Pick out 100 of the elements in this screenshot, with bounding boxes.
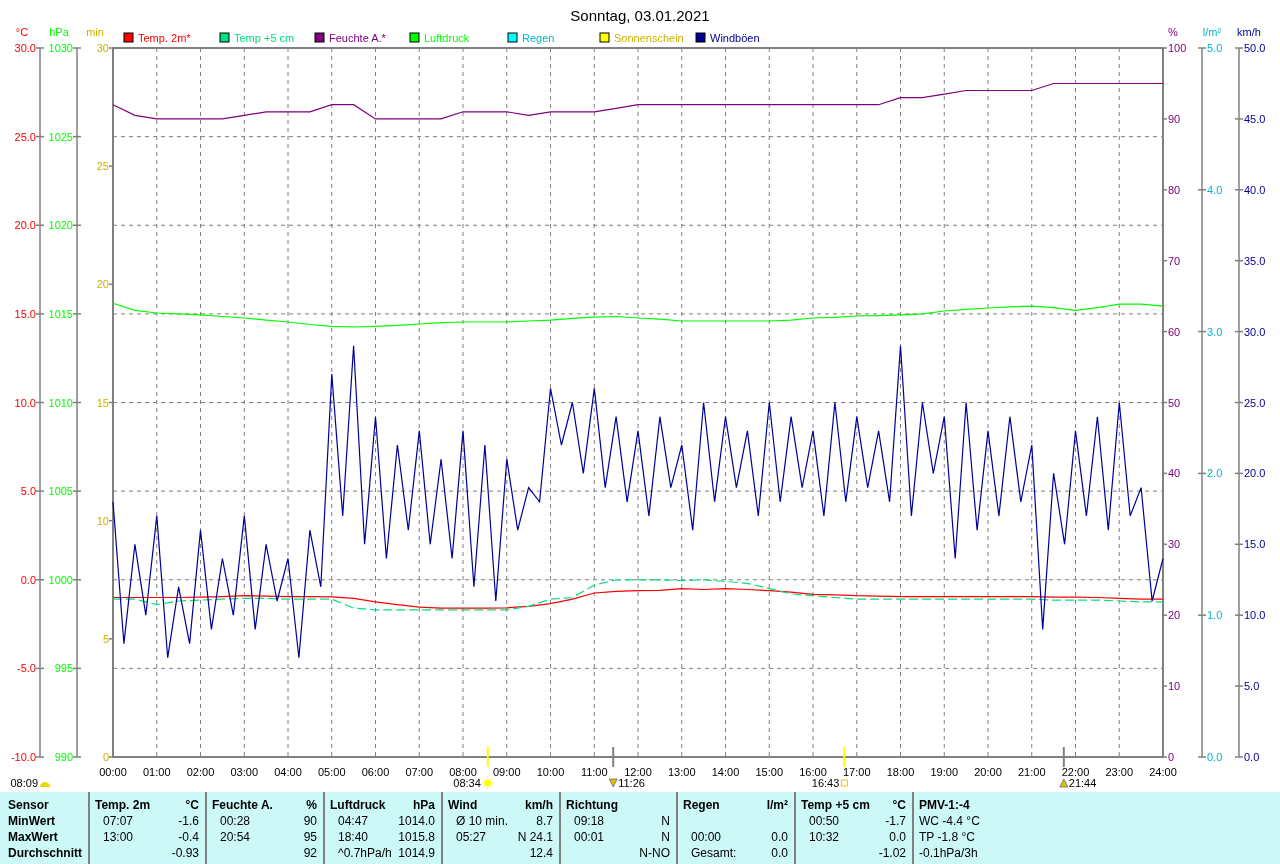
time-text: 00:28 — [219, 813, 251, 830]
axis-tick-label: 1010 — [48, 396, 73, 409]
axis-tick-label: 90 — [1168, 112, 1181, 125]
value-text: 1014.9 — [398, 845, 435, 862]
arrow-up-icon — [1059, 778, 1069, 788]
axis-tick-label: 5 — [102, 632, 109, 645]
axis-tick-label: 18:00 — [886, 766, 915, 778]
column-title: Feuchte A. — [212, 797, 273, 814]
column-title: Luftdruck — [330, 797, 386, 814]
marker-label: 16:43 — [811, 777, 840, 789]
axis-tick-label: 0.0 — [1207, 751, 1223, 763]
axis-unit-label: °C — [15, 26, 29, 38]
axis-tick-label: 30 — [1168, 538, 1181, 551]
legend-label: Feuchte A.* — [329, 32, 386, 44]
chart-title: Sonntag, 03.01.2021 — [570, 7, 710, 24]
time-text: 10:32 — [808, 829, 840, 846]
value-text: N-NO — [639, 845, 670, 862]
axis-tick-label: 15.0 — [1244, 538, 1266, 551]
axis-tick-label: 0 — [102, 751, 109, 763]
legend-label: Sonnenschein — [614, 32, 684, 44]
axis-tick-label: 13:00 — [668, 766, 696, 778]
axis-tick-label: 1025 — [48, 130, 73, 143]
axis-tick-label: 5.0 — [1207, 42, 1223, 54]
axis-tick-label: 10 — [1168, 680, 1181, 693]
value-text: N 24.1 — [517, 829, 553, 846]
axis-tick-label: 990 — [54, 751, 73, 763]
time-text: Gesamt: — [690, 845, 737, 862]
unit-label: % — [306, 797, 317, 814]
axis-tick-label: 100 — [1168, 42, 1187, 54]
unit-label: °C — [185, 797, 199, 814]
axis-tick-label: 21:00 — [1018, 766, 1046, 778]
square-icon — [840, 779, 848, 787]
axis-tick-label: 1000 — [48, 573, 73, 586]
axis-tick-label: -5.0 — [17, 662, 36, 675]
column-title: Temp +5 cm — [801, 797, 870, 814]
legend-label: Temp. 2m* — [138, 32, 191, 44]
axis-tick-label: 1030 — [48, 42, 73, 54]
axis-tick-label: 5.0 — [20, 485, 36, 498]
axis-tick-label: 0.0 — [1244, 751, 1260, 763]
axis-tick-label: 25 — [96, 160, 109, 173]
axis-tick-label: 10.0 — [14, 396, 36, 409]
sunrise-icon — [40, 782, 50, 787]
value-text: N — [661, 813, 670, 830]
legend-label: Temp +5 cm — [234, 32, 295, 44]
note-text: TP -1.8 °C — [919, 829, 975, 846]
value-text: 12.4 — [529, 845, 553, 862]
axis-tick-label: 80 — [1168, 183, 1181, 196]
value-text: 90 — [303, 813, 317, 830]
value-text: N — [661, 829, 670, 846]
value-text: 8.7 — [536, 813, 553, 830]
axis-tick-label: 40.0 — [1244, 183, 1266, 196]
axis-tick-label: 30.0 — [1244, 325, 1266, 338]
axis-tick-label: 0 — [1168, 751, 1175, 763]
time-text: 09:18 — [573, 813, 605, 830]
row-label: Sensor — [8, 797, 49, 814]
time-text: 13:00 — [102, 829, 134, 846]
axis-tick-label: 20 — [1168, 609, 1181, 622]
axis-tick-label: 25.0 — [1244, 396, 1266, 409]
time-text: 04:47 — [337, 813, 369, 830]
value-text: 1014.0 — [398, 813, 435, 830]
axis-tick-label: 12:00 — [624, 766, 652, 778]
axis-tick-label: 70 — [1168, 254, 1181, 267]
axis-tick-label: 20 — [96, 278, 109, 291]
sunrise-label: 08:09 — [10, 777, 38, 789]
axis-tick-label: 1015 — [48, 307, 73, 320]
axis-tick-label: 01:00 — [143, 766, 171, 778]
value-text: -1.7 — [885, 813, 906, 830]
time-text: 20:54 — [219, 829, 251, 846]
value-text: 1015.8 — [398, 829, 435, 846]
note-text: -0.1hPa/3h — [919, 845, 978, 862]
axis-tick-label: 25.0 — [14, 130, 36, 143]
legend-label: Regen — [522, 32, 555, 44]
axis-tick-label: 20:00 — [974, 766, 1002, 778]
row-label: MaxWert — [8, 829, 58, 846]
unit-label: l/m² — [766, 797, 788, 814]
axis-tick-label: 17:00 — [843, 766, 871, 778]
axis-tick-label: 30.0 — [14, 42, 36, 54]
axis-tick-label: 50.0 — [1244, 42, 1266, 54]
axis-tick-label: 00:00 — [99, 766, 127, 778]
time-text: 00:01 — [573, 829, 605, 846]
time-marker — [612, 746, 615, 768]
axis-unit-label: l/m² — [1202, 26, 1222, 38]
axis-tick-label: 4.0 — [1207, 183, 1223, 196]
axis-tick-label: 02:00 — [186, 766, 215, 778]
axis-tick-label: 2.0 — [1207, 467, 1223, 480]
axis-tick-label: 06:00 — [361, 766, 390, 778]
axis-tick-label: 45.0 — [1244, 112, 1266, 125]
column-title: Wind — [448, 797, 478, 814]
column-title: PMV-1:-4 — [919, 797, 970, 814]
value-text: 95 — [303, 829, 317, 846]
axis-tick-label: 15:00 — [755, 766, 783, 778]
axis-tick-label: -10.0 — [10, 751, 36, 763]
axis-tick-label: 10.0 — [1244, 609, 1266, 622]
value-text: 92 — [303, 845, 317, 862]
value-text: -1.6 — [178, 813, 199, 830]
legend-label: Windböen — [710, 32, 760, 44]
axis-tick-label: 50 — [1168, 396, 1181, 409]
axis-tick-label: 15.0 — [14, 307, 36, 320]
marker-label: 11:26 — [618, 777, 645, 789]
time-text: 00:50 — [808, 813, 840, 830]
